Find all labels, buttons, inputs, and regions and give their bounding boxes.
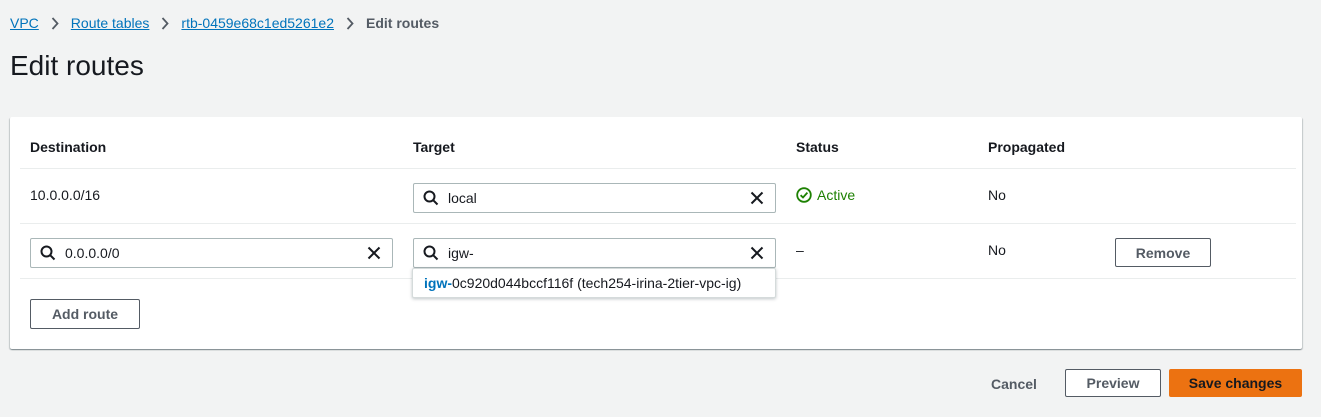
- save-changes-button[interactable]: Save changes: [1169, 369, 1302, 397]
- breadcrumb: VPC Route tables rtb-0459e68c1ed5261e2 E…: [10, 14, 439, 32]
- propagated-value: No: [988, 242, 1006, 258]
- table-row: 10.0.0.0/16 Active No: [20, 169, 1296, 224]
- breadcrumb-current: Edit routes: [365, 15, 440, 31]
- propagated-value: No: [988, 187, 1006, 203]
- chevron-right-icon: [334, 16, 366, 30]
- target-suggestion-option[interactable]: igw- 0c920d044bccf116f (tech254-irina-2ti…: [412, 268, 776, 298]
- remove-route-button[interactable]: Remove: [1115, 238, 1211, 267]
- status-text: –: [796, 242, 804, 258]
- column-header-propagated: Propagated: [988, 139, 1066, 155]
- column-header-target: Target: [413, 139, 455, 155]
- breadcrumb-route-table-id-link[interactable]: rtb-0459e68c1ed5261e2: [181, 15, 334, 31]
- chevron-right-icon: [149, 16, 181, 30]
- status-text: Active: [817, 187, 856, 203]
- cancel-button[interactable]: Cancel: [980, 370, 1048, 397]
- target-field[interactable]: [413, 238, 776, 268]
- breadcrumb-route-tables-link[interactable]: Route tables: [71, 15, 150, 31]
- destination-value: 10.0.0.0/16: [30, 187, 101, 203]
- check-circle-icon: [796, 187, 812, 203]
- page-title: Edit routes: [10, 50, 144, 81]
- chevron-right-icon: [39, 16, 71, 30]
- routes-table-header: Destination Target Status Propagated: [20, 117, 1296, 169]
- routes-panel: Destination Target Status Propagated 10.…: [10, 117, 1302, 349]
- preview-button[interactable]: Preview: [1065, 369, 1161, 397]
- suggestion-match-text: igw-: [424, 275, 452, 291]
- add-route-button[interactable]: Add route: [30, 299, 140, 329]
- close-icon[interactable]: [356, 246, 392, 260]
- target-input[interactable]: [448, 240, 739, 266]
- destination-field[interactable]: [30, 238, 393, 268]
- column-header-status: Status: [796, 139, 839, 155]
- target-field[interactable]: [413, 183, 776, 213]
- destination-input[interactable]: [65, 240, 356, 266]
- status-badge: Active: [796, 187, 855, 203]
- search-icon: [414, 190, 448, 206]
- close-icon[interactable]: [739, 246, 775, 260]
- breadcrumb-vpc-link[interactable]: VPC: [10, 15, 39, 31]
- target-input[interactable]: [448, 185, 739, 211]
- column-header-destination: Destination: [30, 139, 107, 155]
- suggestion-rest-text: 0c920d044bccf116f (tech254-irina-2tier-v…: [452, 275, 742, 291]
- close-icon[interactable]: [739, 191, 775, 205]
- search-icon: [31, 245, 65, 261]
- search-icon: [414, 245, 448, 261]
